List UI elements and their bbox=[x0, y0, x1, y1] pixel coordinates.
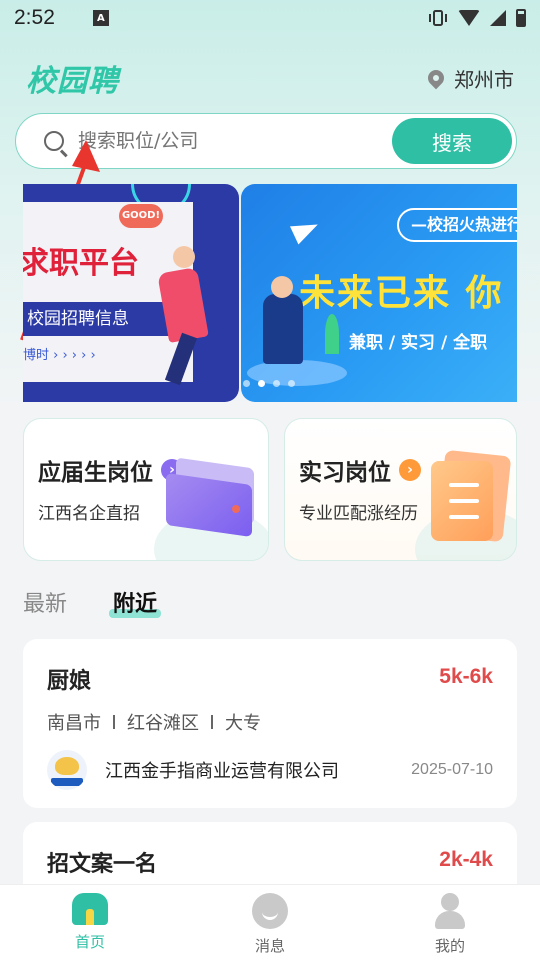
nav-home[interactable]: 首页 bbox=[0, 885, 180, 960]
job-district: 红谷滩区 bbox=[127, 713, 199, 734]
plant-illustration bbox=[325, 314, 339, 354]
card-title-row: 应届生岗位 › bbox=[38, 453, 183, 487]
nav-profile-label: 我的 bbox=[434, 937, 465, 955]
job-education: 大专 bbox=[225, 713, 261, 734]
job-tabs: 最新 附近 bbox=[23, 582, 162, 622]
company-logo bbox=[47, 750, 87, 790]
banner-slide-previous[interactable]: GOOD! 求职平台 校园招聘信息 博时 › › › › › bbox=[23, 184, 239, 402]
job-meta: 南昌市 红谷滩区 大专 bbox=[47, 709, 261, 735]
carousel-dot[interactable] bbox=[273, 380, 280, 387]
job-salary: 2k-4k bbox=[439, 848, 493, 871]
banner-right-subtitle: 兼职 / 实习 / 全职 bbox=[349, 333, 488, 353]
job-title: 厨娘 bbox=[47, 669, 92, 694]
app-logo: 校园聘 bbox=[26, 64, 119, 99]
home-icon bbox=[72, 893, 108, 925]
card-subtitle: 专业匹配涨经历 bbox=[299, 504, 418, 524]
clipboard-line bbox=[449, 515, 479, 519]
tab-nearby[interactable]: 附近 bbox=[109, 586, 162, 618]
banner-left-time: 博时 › › › › › bbox=[23, 348, 96, 363]
card-title: 实习岗位 bbox=[299, 460, 391, 486]
job-card[interactable]: 厨娘 5k-6k 南昌市 红谷滩区 大专 江西金手指商业运营有限公司 2025-… bbox=[23, 639, 517, 808]
job-title: 招文案一名 bbox=[47, 852, 158, 877]
location-selector[interactable]: 郑州市 bbox=[424, 64, 514, 93]
card-subtitle: 江西名企直招 bbox=[38, 504, 140, 524]
company-row: 江西金手指商业运营有限公司 2025-07-10 bbox=[47, 749, 493, 791]
person-illustration bbox=[263, 294, 303, 364]
wifi-icon bbox=[458, 10, 480, 26]
meta-divider bbox=[211, 715, 213, 729]
search-bar: 搜索 bbox=[15, 113, 517, 169]
nav-messages[interactable]: 消息 bbox=[180, 885, 360, 960]
profile-icon bbox=[433, 893, 467, 929]
status-icons bbox=[428, 9, 526, 27]
banner-left-title: 求职平台 bbox=[23, 246, 139, 281]
chevron-right-icon: › bbox=[399, 459, 421, 481]
job-date: 2025-07-10 bbox=[411, 761, 493, 778]
nav-profile[interactable]: 我的 bbox=[360, 885, 540, 960]
profile-body bbox=[435, 911, 465, 929]
job-city: 南昌市 bbox=[47, 713, 101, 734]
paper-plane-icon bbox=[289, 215, 323, 245]
graduate-jobs-card[interactable]: 应届生岗位 › 江西名企直招 bbox=[23, 418, 269, 561]
search-icon bbox=[44, 131, 64, 151]
tab-nearby-label: 附近 bbox=[113, 592, 158, 617]
banner-right-tag: —校招火热进行 bbox=[397, 208, 517, 242]
app-notification-icon: A bbox=[92, 10, 109, 26]
carousel-dot-active[interactable] bbox=[258, 380, 265, 387]
banner-slide-current[interactable]: —校招火热进行 未来已来 你 兼职 / 实习 / 全职 bbox=[241, 184, 517, 402]
carousel-indicator bbox=[243, 380, 295, 387]
status-bar: 2:52 A bbox=[0, 0, 540, 36]
bottom-navigation: 首页 消息 我的 bbox=[0, 884, 540, 960]
company-name: 江西金手指商业运营有限公司 bbox=[105, 761, 339, 782]
card-title: 应届生岗位 bbox=[38, 460, 153, 486]
banner-left-subtitle: 校园招聘信息 bbox=[23, 302, 173, 336]
card-title-row: 实习岗位 › bbox=[299, 453, 421, 487]
city-label: 郑州市 bbox=[454, 67, 514, 92]
job-salary: 5k-6k bbox=[439, 665, 493, 688]
search-input[interactable] bbox=[78, 130, 378, 152]
tab-latest[interactable]: 最新 bbox=[23, 586, 67, 618]
good-bubble: GOOD! bbox=[119, 204, 163, 228]
person-head bbox=[271, 276, 293, 298]
nav-home-label: 首页 bbox=[74, 933, 105, 951]
banner-carousel[interactable]: GOOD! 求职平台 校园招聘信息 博时 › › › › › —校招火热进行 未… bbox=[23, 184, 517, 402]
person-head bbox=[173, 246, 195, 268]
search-button[interactable]: 搜索 bbox=[392, 118, 512, 164]
location-pin-icon bbox=[424, 66, 448, 90]
app-header: 校园聘 郑州市 bbox=[26, 56, 514, 100]
message-icon bbox=[252, 893, 288, 929]
carousel-dot[interactable] bbox=[288, 380, 295, 387]
internship-jobs-card[interactable]: 实习岗位 › 专业匹配涨经历 bbox=[284, 418, 517, 561]
banner-right-title: 未来已来 你 bbox=[299, 273, 504, 314]
meta-divider bbox=[113, 715, 115, 729]
clipboard-line bbox=[449, 499, 479, 503]
signal-icon bbox=[490, 10, 506, 26]
carousel-dot[interactable] bbox=[243, 380, 250, 387]
nav-messages-label: 消息 bbox=[254, 937, 285, 955]
status-time: 2:52 bbox=[14, 6, 55, 29]
folder-dot bbox=[232, 505, 240, 513]
vibrate-icon bbox=[428, 9, 448, 27]
profile-head bbox=[441, 893, 459, 911]
battery-icon bbox=[516, 9, 526, 27]
clipboard-line bbox=[449, 483, 479, 487]
